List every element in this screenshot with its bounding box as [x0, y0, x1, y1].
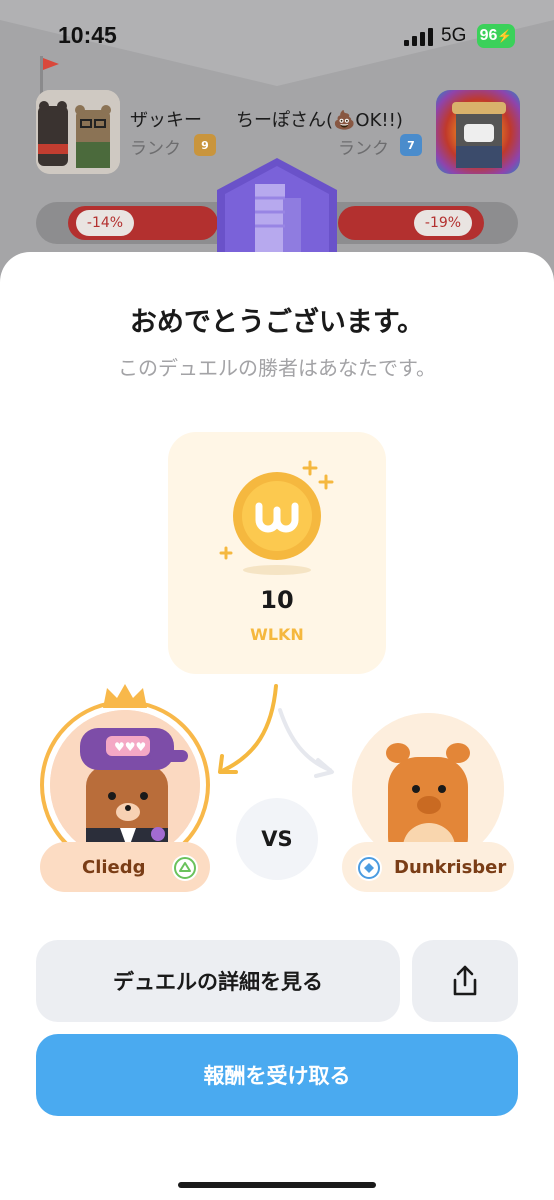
battery-indicator: 96 ⚡: [477, 24, 515, 48]
left-user-rank-label: ランク: [130, 139, 181, 159]
left-user-name: ザッキー: [130, 110, 202, 131]
home-indicator[interactable]: [178, 1182, 376, 1188]
diamond-icon: [358, 857, 380, 879]
right-rank-badge: 7: [400, 134, 422, 156]
opponent-level-icon: [356, 855, 382, 881]
result-title: おめでとうございます。: [129, 307, 425, 338]
winner-level-icon: [172, 855, 198, 881]
charging-icon: ⚡: [497, 29, 513, 43]
right-user-rank-label: ランク: [338, 139, 389, 159]
right-user-name: ちーぽさん(💩OK!!): [236, 110, 403, 131]
result-subtitle: このデュエルの勝者はあなたです。: [118, 356, 436, 380]
vs-badge: VS: [236, 798, 318, 880]
left-change-pill: -14%: [76, 210, 134, 236]
fox-character-icon: ♥♥♥: [50, 710, 200, 860]
winner-avatar[interactable]: ♥♥♥: [50, 710, 200, 860]
reward-direction-arrows: [218, 684, 334, 778]
crown-icon: [103, 684, 147, 708]
network-type: 5G: [441, 25, 467, 46]
wlkn-coin-icon: [219, 460, 334, 575]
bear-characters-icon: [36, 90, 120, 174]
battery-level: 96: [479, 27, 498, 44]
rainbow-character-icon: [436, 90, 520, 174]
left-rank-badge: 9: [194, 134, 216, 156]
reward-unit: WLKN: [250, 625, 304, 644]
triangle-icon: [174, 857, 196, 879]
right-change-pill: -19%: [414, 210, 472, 236]
view-duel-details-button[interactable]: デュエルの詳細を見る: [36, 940, 400, 1022]
left-user-avatar[interactable]: [36, 90, 120, 174]
winner-name: Cliedg: [82, 857, 146, 878]
building-hex-icon: [217, 158, 337, 258]
claim-reward-button[interactable]: 報酬を受け取る: [36, 1034, 518, 1116]
status-time: 10:45: [58, 22, 117, 48]
signal-icon: [404, 28, 433, 46]
status-bar: 10:45 5G 96 ⚡: [0, 0, 554, 70]
right-user-avatar[interactable]: [436, 90, 520, 174]
svg-text:♥♥♥: ♥♥♥: [114, 740, 146, 754]
share-icon: [453, 965, 477, 996]
reward-amount: 10: [260, 586, 294, 614]
share-button[interactable]: [412, 940, 518, 1022]
opponent-name: Dunkrisber: [394, 857, 507, 878]
